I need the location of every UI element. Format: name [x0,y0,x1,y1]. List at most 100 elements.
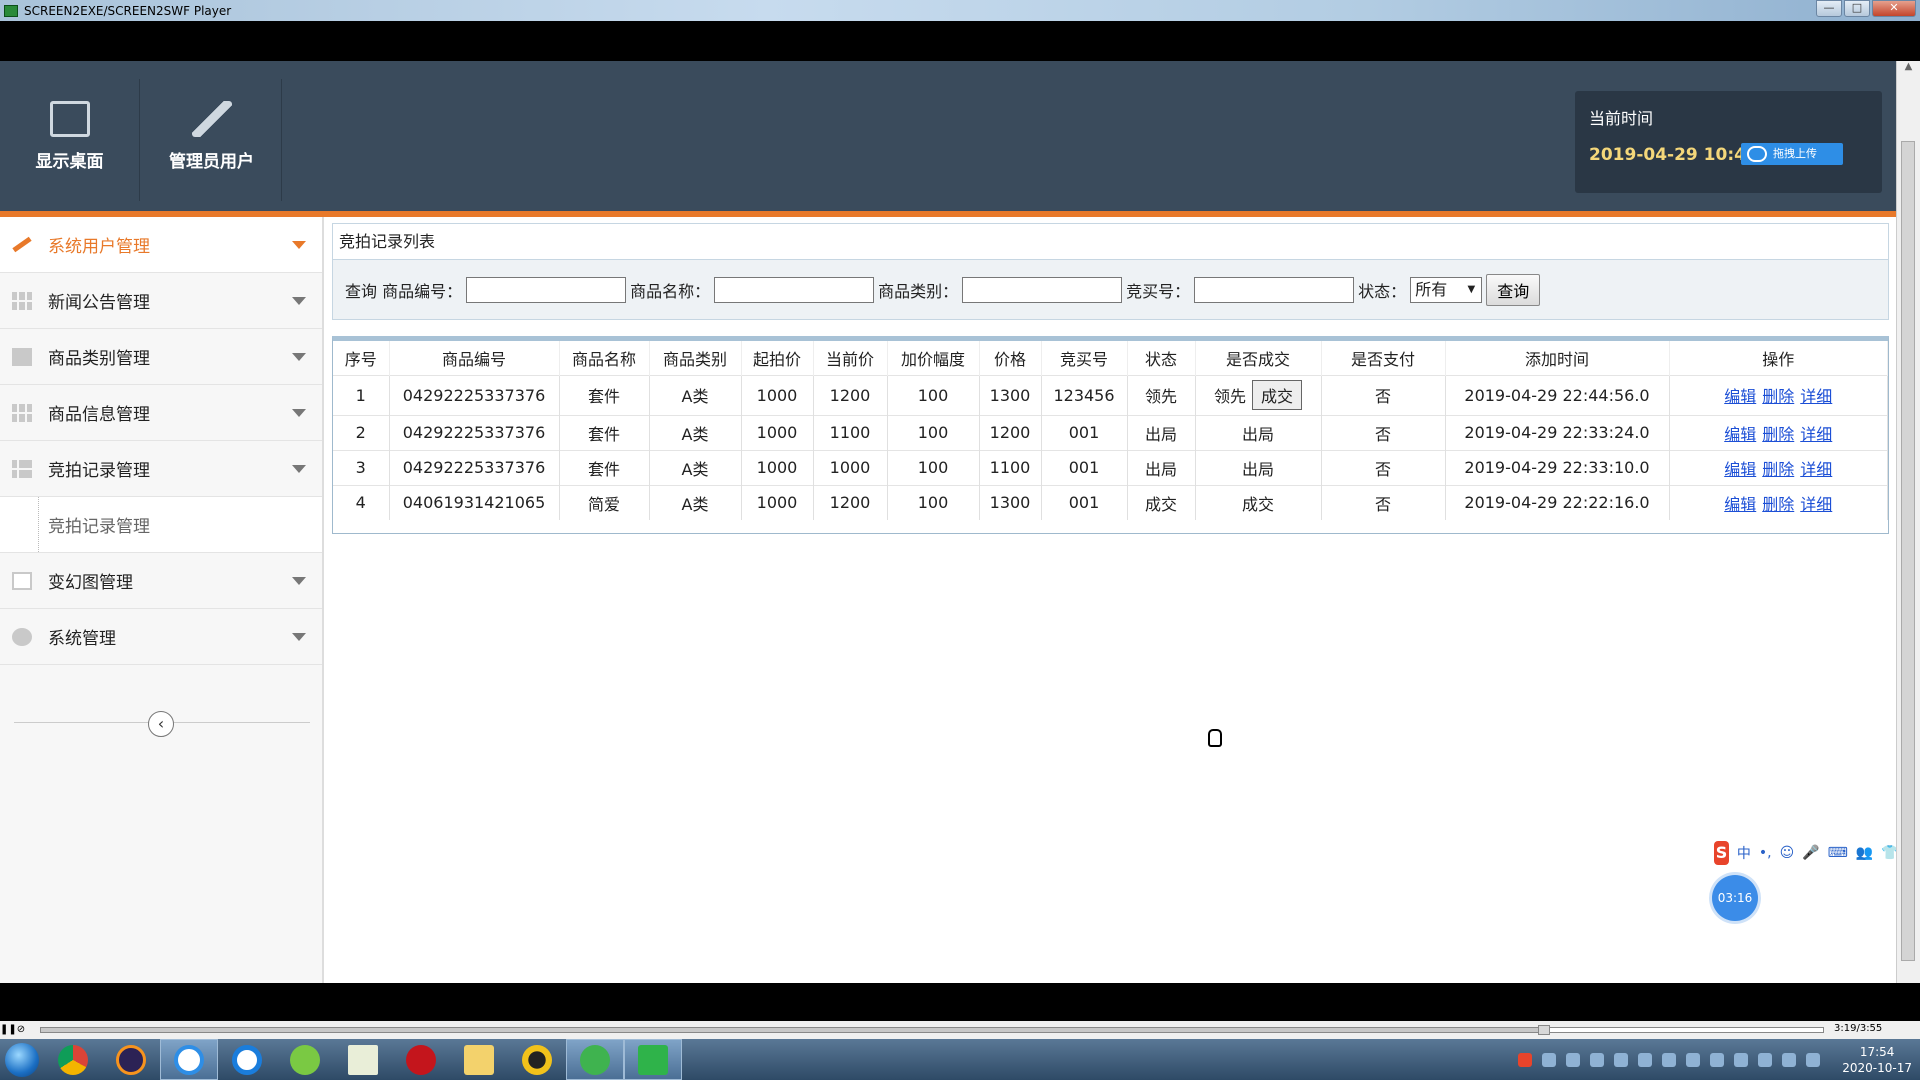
edit-link[interactable]: 编辑 [1724,495,1756,514]
edit-link[interactable]: 编辑 [1724,460,1756,479]
screen-player-icon[interactable] [624,1039,682,1080]
sidebar-item-slideshow[interactable]: 变幻图管理 [0,553,322,609]
chevron-down-icon [292,577,306,585]
sidebar-item-auction[interactable]: 竞拍记录管理 [0,441,322,497]
qq-icon[interactable] [508,1039,566,1080]
ime-user-icon[interactable]: 👥 [1856,845,1873,861]
flash-icon[interactable] [392,1039,450,1080]
detail-link[interactable]: 详细 [1800,495,1832,514]
sogou-icon[interactable]: S [1714,841,1729,865]
tray-icon[interactable] [1590,1052,1605,1067]
sidebar-item-category[interactable]: 商品类别管理 [0,329,322,385]
table-row: 2 04292225337376 套件 A类 1000 1100 100 120… [333,414,1888,450]
cell: 4 [333,484,390,520]
tray-icon[interactable] [1542,1052,1557,1067]
ime-keyboard-icon[interactable]: ⌨ [1828,845,1848,861]
sidebar-subitem-auction-records[interactable]: 竞拍记录管理 [0,497,322,553]
query-button[interactable]: 查询 [1486,273,1541,306]
delete-link[interactable]: 删除 [1762,425,1794,444]
ime-toolbar: S 中 •, ☺ 🎤 ⌨ 👥 👕 ▦ [1710,839,1896,867]
playback-thumb[interactable] [1537,1025,1550,1035]
baidu-netdisk-icon[interactable] [160,1039,218,1080]
ime-voice-icon[interactable]: 🎤 [1802,845,1819,861]
scrollbar-thumb[interactable] [1901,141,1915,961]
sidebar-item-system-users[interactable]: 系统用户管理 [0,217,322,273]
shield-icon[interactable] [1614,1052,1629,1067]
ime-emoji-icon[interactable]: ☺ [1780,845,1795,861]
action-center-icon[interactable] [1806,1052,1821,1067]
edit-link[interactable]: 编辑 [1724,387,1756,406]
cell: 1200 [813,374,888,415]
rewind-icon[interactable]: ⊘ [14,1023,28,1037]
table-row: 3 04292225337376 套件 A类 1000 1000 100 110… [333,449,1888,485]
cell: 2019-04-29 22:44:56.0 [1445,374,1670,415]
sidebar-item-news[interactable]: 新闻公告管理 [0,273,322,329]
bidder-number-input[interactable] [1194,276,1355,303]
tray-icon[interactable] [1758,1052,1773,1067]
taskbar-clock[interactable]: 17:54 2020-10-17 [1842,1044,1912,1076]
bidder-number-label: 竞买号： [1126,281,1191,301]
sidebar-item-system[interactable]: 系统管理 [0,609,322,665]
ime-skin-icon[interactable]: 👕 [1881,845,1896,861]
qq-tray-icon[interactable] [1734,1052,1749,1067]
pencil-icon [191,101,232,137]
recording-timer[interactable]: 03:16 [1712,875,1758,921]
start-button[interactable] [0,1039,44,1080]
playback-progress[interactable] [40,1025,1824,1035]
delete-link[interactable]: 删除 [1762,387,1794,406]
scroll-up-icon[interactable]: ▲ [1897,61,1920,79]
ime-punctuation-icon[interactable]: •, [1759,845,1772,861]
minimize-button[interactable]: — [1816,0,1842,17]
upload-button[interactable]: 拖拽上传 [1741,143,1843,165]
sidebar-item-label: 变幻图管理 [48,573,133,593]
network-icon[interactable] [1710,1052,1725,1067]
admin-user-button[interactable]: 管理员用户 [142,79,282,201]
col-header: 是否支付 [1321,341,1446,375]
folder-icon[interactable] [450,1039,508,1080]
product-name-input[interactable] [714,276,875,303]
chevron-down-icon [292,241,306,249]
maximize-button[interactable]: □ [1844,0,1870,17]
sidebar-item-label: 商品类别管理 [48,349,150,369]
tray-icon[interactable] [1566,1052,1581,1067]
detail-link[interactable]: 详细 [1800,425,1832,444]
pause-icon[interactable]: ❚❚ [0,1023,17,1037]
sidebar-item-product[interactable]: 商品信息管理 [0,385,322,441]
wechat-tray-icon[interactable] [1662,1052,1677,1067]
detail-link[interactable]: 详细 [1800,460,1832,479]
status-select[interactable]: 所有 [1410,276,1483,303]
tray-icon[interactable] [1686,1052,1701,1067]
browser-q-icon[interactable] [218,1039,276,1080]
show-desktop-button[interactable]: 显示桌面 [0,79,140,201]
collapse-button[interactable]: ‹ [148,711,174,737]
delete-link[interactable]: 删除 [1762,495,1794,514]
ime-chinese-mode[interactable]: 中 [1737,843,1751,863]
close-button[interactable]: ✕ [1872,0,1916,17]
wechat-icon[interactable] [566,1039,624,1080]
detail-link[interactable]: 详细 [1800,387,1832,406]
sidebar-collapse-row: ‹ [14,693,310,737]
edit-link[interactable]: 编辑 [1724,425,1756,444]
sidebar-item-label: 竞拍记录管理 [48,461,150,481]
chrome-icon[interactable] [44,1039,102,1080]
chevron-down-icon [292,353,306,361]
cell: 套件 [559,449,650,485]
cell: 1100 [813,414,888,450]
vertical-scrollbar[interactable]: ▲ [1896,61,1920,983]
filter-bar: 查询 商品编号： 商品名称： 商品类别： 竞买号： 状态： 所有 查询 [332,260,1889,320]
tray-icon[interactable] [1638,1052,1653,1067]
status-label: 状态： [1358,281,1407,301]
eclipse-icon[interactable] [102,1039,160,1080]
sogou-tray-icon[interactable] [1518,1052,1533,1067]
volume-icon[interactable] [1782,1052,1797,1067]
deal-button[interactable]: 成交 [1252,380,1303,410]
leaf-app-icon[interactable] [276,1039,334,1080]
delete-link[interactable]: 删除 [1762,460,1794,479]
notepad-icon[interactable] [334,1039,392,1080]
product-code-input[interactable] [466,276,627,303]
product-category-input[interactable] [962,276,1123,303]
recycle-icon [12,628,32,646]
cell: 1200 [813,484,888,520]
cell: 1000 [741,414,814,450]
cell: 出局 [1127,414,1196,450]
